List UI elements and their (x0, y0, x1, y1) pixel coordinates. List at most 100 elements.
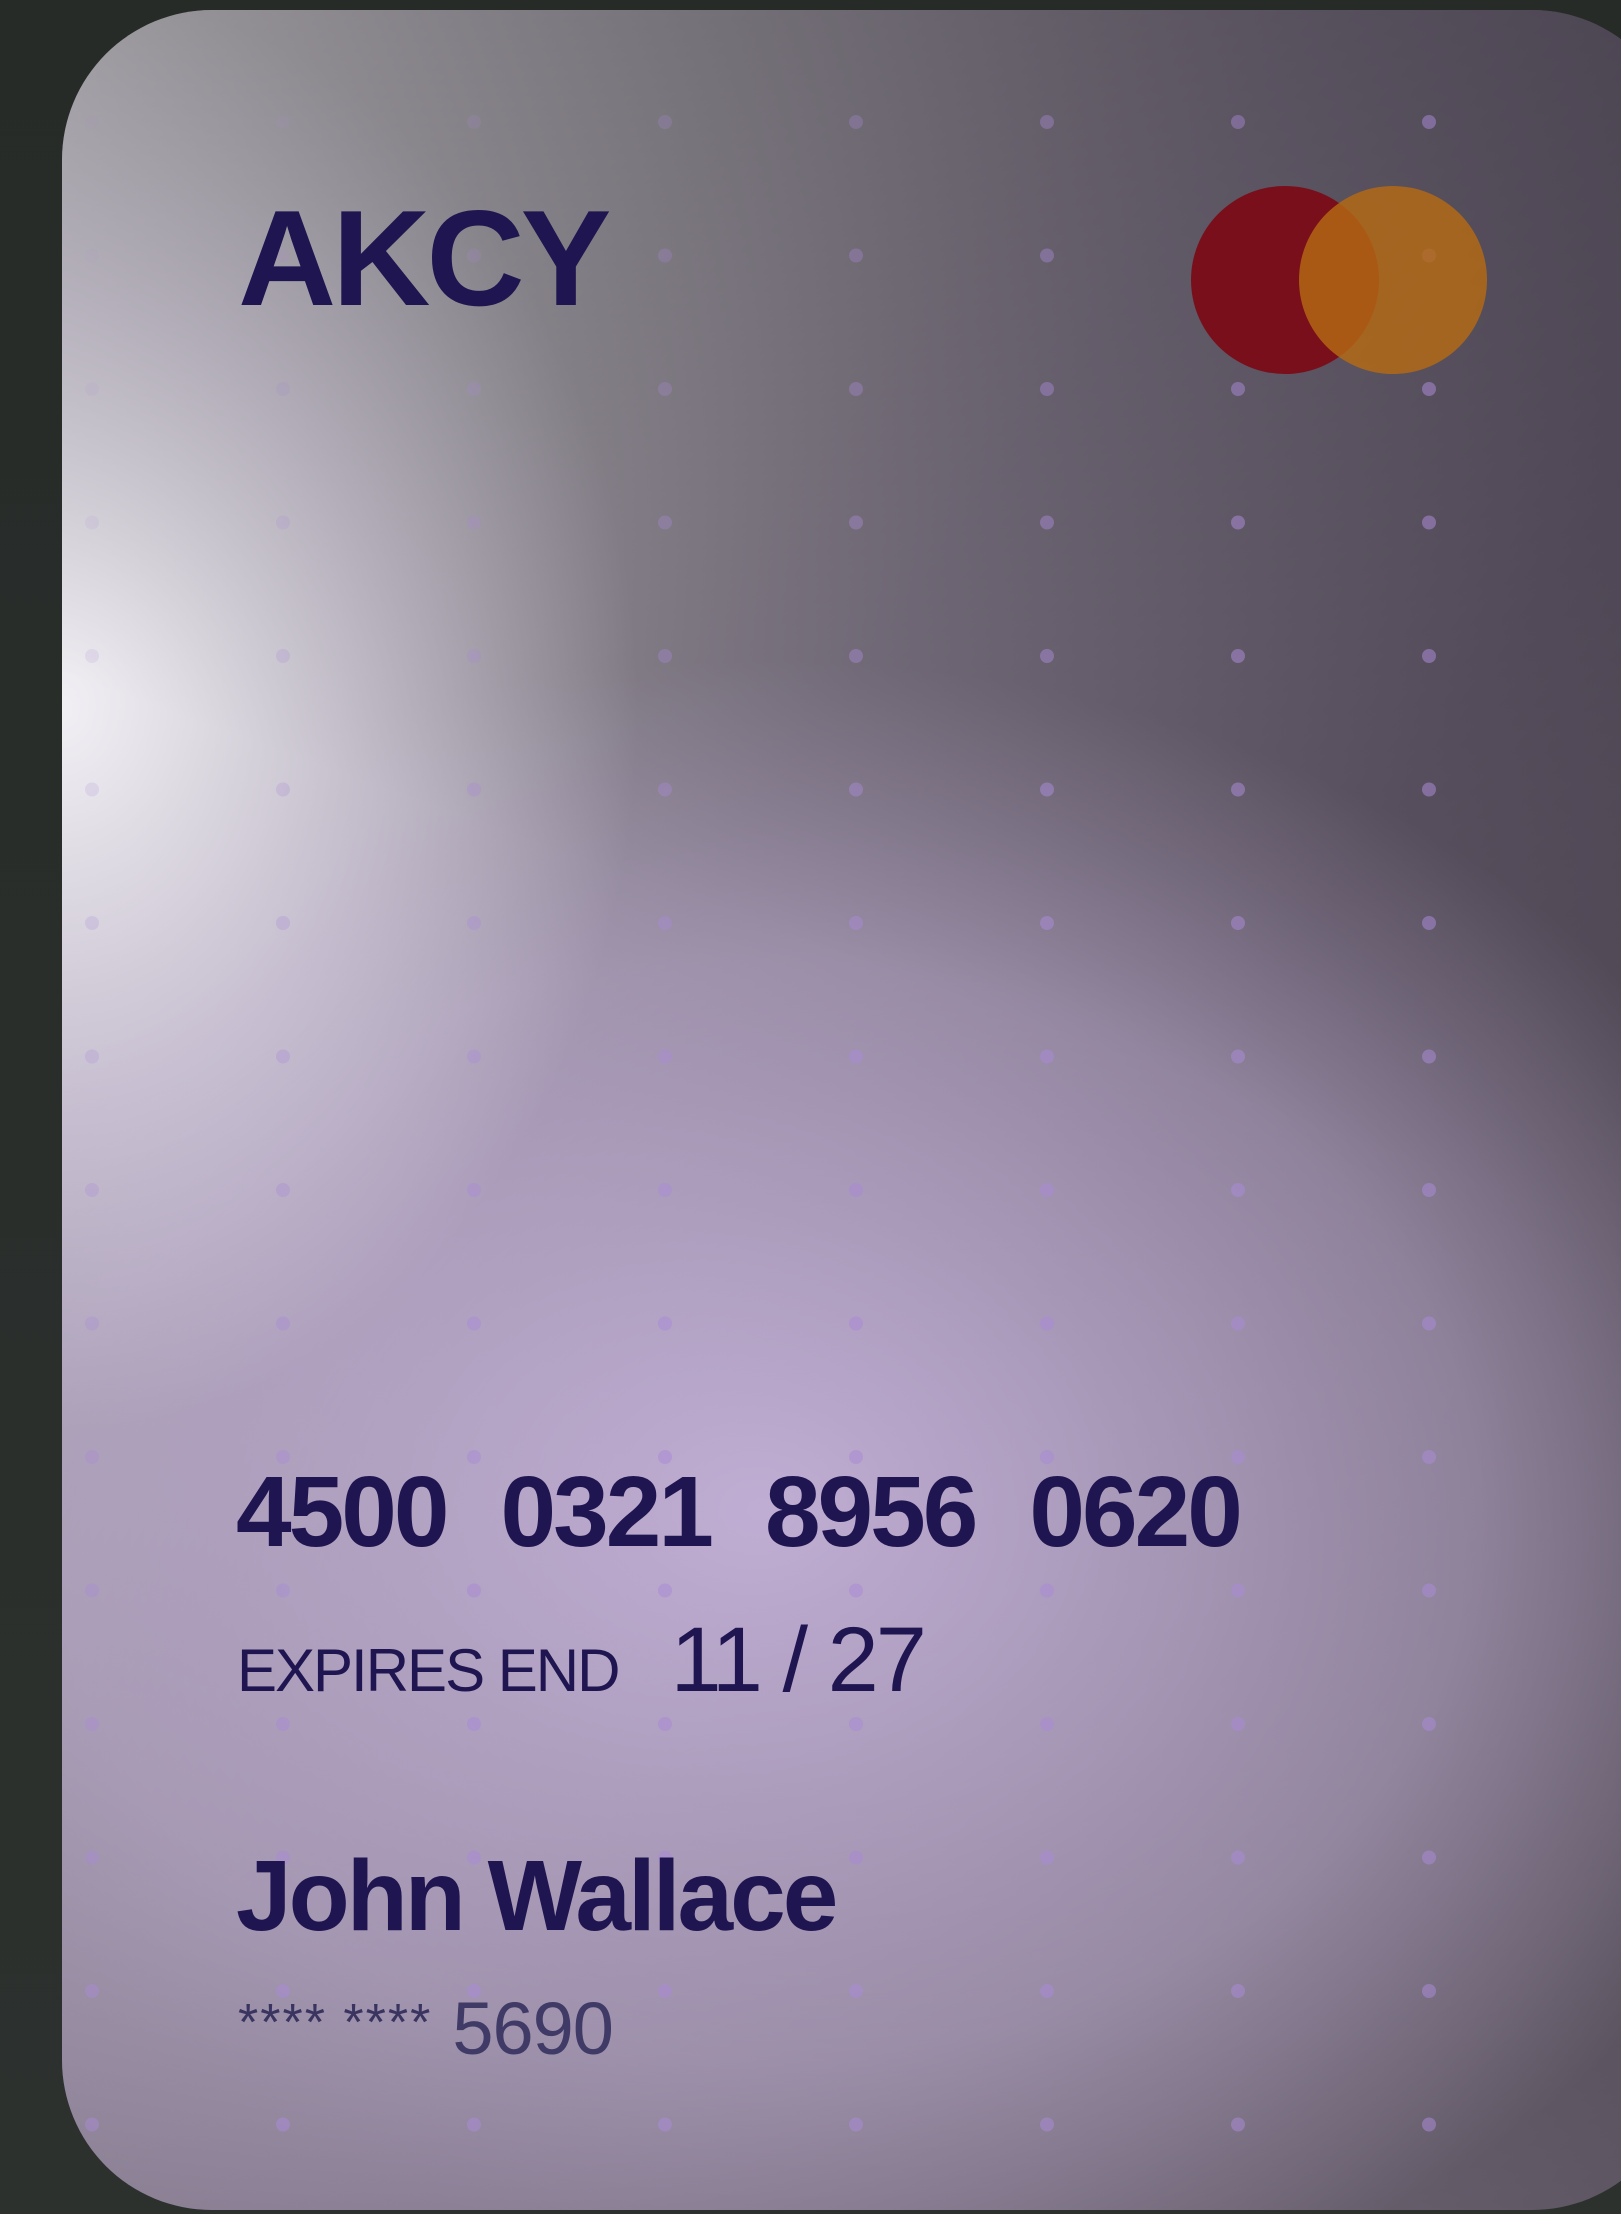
pattern-dot (276, 1183, 290, 1197)
pattern-dot (1040, 382, 1054, 396)
pattern-dot (1231, 782, 1245, 797)
pattern-dot (1040, 1316, 1054, 1331)
cardholder-name: John Wallace (236, 1840, 838, 1952)
payment-card[interactable]: AKCY 4500 0321 8956 0620 EXPIRES END 11 … (62, 10, 1621, 2210)
pattern-dot (1040, 248, 1054, 263)
pattern-dot (1040, 1717, 1054, 1731)
pattern-dot (1231, 649, 1245, 663)
pattern-dot (467, 515, 481, 530)
pattern-dot (85, 916, 99, 930)
pattern-dot (85, 1183, 99, 1197)
pattern-dot (1422, 115, 1436, 129)
pattern-dot (1422, 649, 1436, 663)
card-last-four: 5690 (452, 1987, 614, 2070)
expiry-label: EXPIRES END (237, 1637, 620, 1704)
pattern-dot (85, 649, 99, 663)
pattern-dot (658, 649, 672, 663)
pattern-dot (85, 1450, 99, 1464)
pattern-dot (658, 1183, 672, 1197)
pattern-dot (467, 1717, 481, 1731)
pattern-dot (849, 382, 863, 396)
pattern-dot (658, 916, 672, 930)
pattern-dot (467, 1316, 481, 1331)
pattern-dot (85, 1049, 99, 1064)
pattern-dot (276, 1717, 290, 1731)
pattern-dot (1422, 1850, 1436, 1865)
pattern-dot (276, 515, 290, 530)
pattern-dot (849, 1049, 863, 1064)
pattern-dot (849, 1850, 863, 1865)
pattern-dot (276, 916, 290, 930)
pattern-dot (276, 115, 290, 129)
pattern-dot (1422, 382, 1436, 396)
card-brand-name: AKCY (238, 182, 611, 334)
pattern-dot (1422, 2117, 1436, 2132)
pattern-dot (467, 782, 481, 797)
pattern-dot (1040, 115, 1054, 129)
pattern-dot (1231, 1049, 1245, 1064)
pattern-dot (1231, 1850, 1245, 1865)
pattern-dot (658, 1717, 672, 1731)
pattern-dot (85, 1583, 99, 1598)
pattern-dot (849, 1717, 863, 1731)
pattern-dot (658, 2117, 672, 2132)
pattern-dot (85, 248, 99, 263)
pattern-dot (1231, 115, 1245, 129)
page: AKCY 4500 0321 8956 0620 EXPIRES END 11 … (0, 0, 1621, 2214)
pattern-dot (85, 2117, 99, 2132)
pattern-dot (1422, 1717, 1436, 1731)
pattern-dot (467, 1583, 481, 1598)
pattern-dot (1422, 1049, 1436, 1064)
pattern-dot (1040, 782, 1054, 797)
pattern-dot (1040, 515, 1054, 530)
pattern-dot (1231, 1984, 1245, 1998)
pattern-dot (849, 649, 863, 663)
pattern-dot (1231, 1183, 1245, 1197)
masked-digits: **** **** (238, 1994, 433, 2052)
mastercard-icon (1191, 186, 1487, 374)
pattern-dot (276, 1583, 290, 1598)
pattern-dot (658, 1316, 672, 1331)
pattern-dot (1040, 649, 1054, 663)
pattern-dot (276, 649, 290, 663)
pattern-dot (658, 115, 672, 129)
pattern-dot (467, 382, 481, 396)
card-number-group-4: 0620 (1029, 1456, 1242, 1568)
pattern-dot (849, 1183, 863, 1197)
card-number-group-3: 8956 (764, 1456, 978, 1568)
pattern-dot (1231, 2117, 1245, 2132)
pattern-dot (1231, 1583, 1245, 1598)
pattern-dot (1040, 1583, 1054, 1598)
pattern-dot (85, 1984, 99, 1998)
pattern-dot (467, 916, 481, 930)
pattern-dot (1422, 515, 1436, 530)
expiry-date: 11 / 27 (670, 1609, 927, 1711)
pattern-dot (1422, 1450, 1436, 1464)
pattern-dot (1422, 916, 1436, 930)
pattern-dot (85, 782, 99, 797)
pattern-dot (85, 515, 99, 530)
pattern-dot (467, 2117, 481, 2132)
pattern-dot (1231, 916, 1245, 930)
pattern-dot (658, 382, 672, 396)
pattern-dot (276, 1049, 290, 1064)
pattern-dot (85, 1316, 99, 1331)
masked-card-number: **** **** 5690 (238, 1987, 614, 2070)
pattern-dot (658, 515, 672, 530)
pattern-dot (849, 916, 863, 930)
pattern-dot (849, 115, 863, 129)
pattern-dot (849, 248, 863, 263)
pattern-dot (1231, 515, 1245, 530)
pattern-dot (85, 1717, 99, 1731)
pattern-dot (467, 1183, 481, 1197)
pattern-dot (849, 2117, 863, 2132)
pattern-dot (1040, 1850, 1054, 1865)
card-number-group-1: 4500 (236, 1456, 449, 1568)
pattern-dot (276, 782, 290, 797)
pattern-dot (1040, 1049, 1054, 1064)
pattern-dot (467, 115, 481, 129)
pattern-dot (849, 782, 863, 797)
pattern-dot (85, 115, 99, 129)
pattern-dot (658, 248, 672, 263)
pattern-dot (1040, 916, 1054, 930)
